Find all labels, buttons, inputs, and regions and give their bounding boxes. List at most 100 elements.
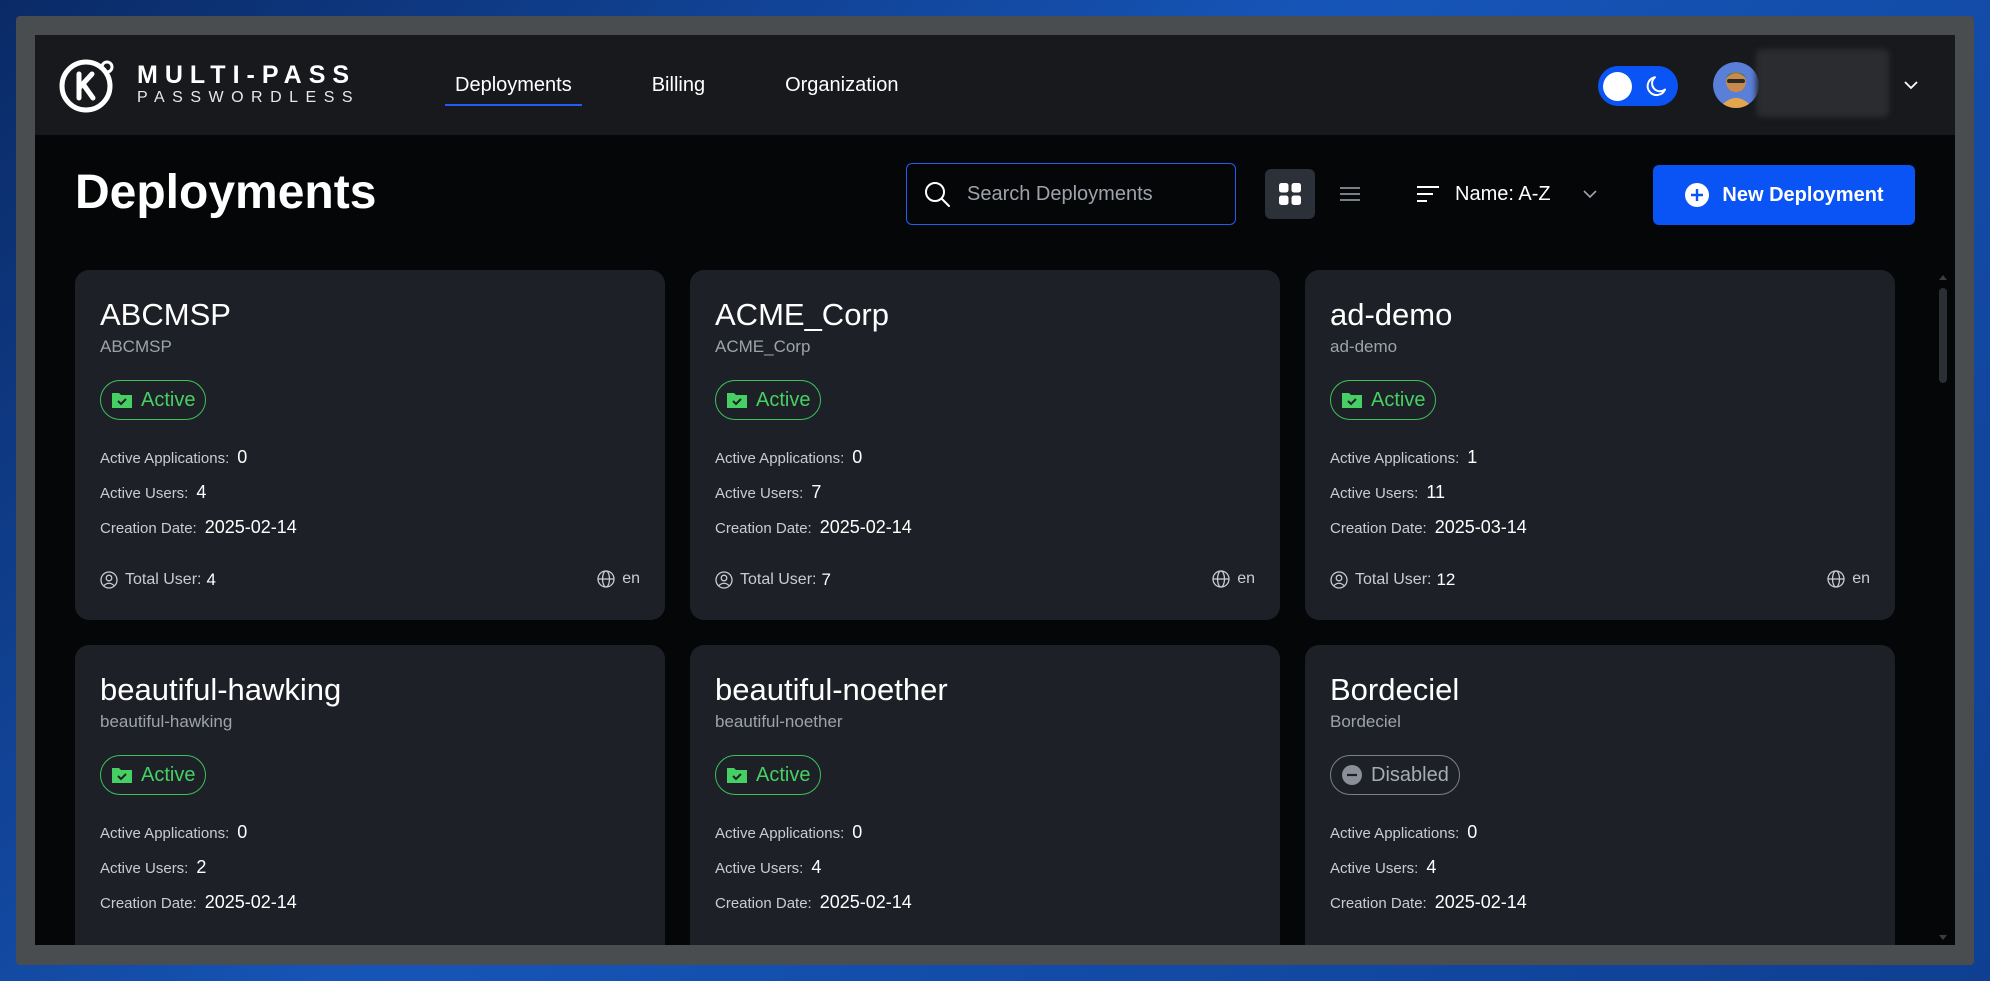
theme-toggle[interactable] bbox=[1598, 66, 1678, 106]
active-applications: Active Applications: 0 bbox=[1330, 822, 1477, 843]
stat-label: Active Applications: bbox=[100, 825, 230, 842]
stat-label: Active Users: bbox=[715, 860, 804, 877]
logo-mark-icon bbox=[59, 59, 114, 113]
scrollbar[interactable] bbox=[1937, 270, 1949, 945]
page-title: Deployments bbox=[75, 166, 377, 219]
deployment-card[interactable]: Bordeciel Bordeciel Disabled Active Appl… bbox=[1305, 645, 1895, 945]
user-circle-icon bbox=[1330, 571, 1348, 589]
user-circle-icon bbox=[715, 571, 733, 589]
total-user-label: Total User: bbox=[740, 571, 817, 588]
stat-value: 2025-02-14 bbox=[204, 517, 297, 537]
stat-value: 2025-02-14 bbox=[819, 517, 912, 537]
folder-check-icon bbox=[727, 768, 747, 783]
minus-circle-icon bbox=[1342, 765, 1362, 785]
stat-label: Creation Date: bbox=[715, 520, 812, 537]
card-subtitle: Bordeciel bbox=[1330, 712, 1401, 731]
globe-icon bbox=[597, 570, 615, 588]
brand-logo[interactable]: MULTI-PASS PASSWORDLESS bbox=[59, 56, 360, 114]
folder-check-icon bbox=[727, 393, 747, 408]
stat-label: Active Users: bbox=[715, 485, 804, 502]
active-users: Active Users: 7 bbox=[715, 482, 821, 503]
stat-value: 2025-02-14 bbox=[1434, 892, 1527, 912]
deployment-grid: ABCMSP ABCMSP Active Active Applications… bbox=[75, 270, 1915, 945]
stat-value: 0 bbox=[237, 447, 248, 467]
list-icon bbox=[1340, 187, 1360, 201]
card-subtitle: ACME_Corp bbox=[715, 337, 811, 356]
toggle-knob bbox=[1603, 72, 1632, 101]
creation-date: Creation Date: 2025-02-14 bbox=[1330, 892, 1527, 913]
top-header: MULTI-PASS PASSWORDLESS Deployments Bill… bbox=[35, 35, 1955, 135]
nav-deployments[interactable]: Deployments bbox=[445, 35, 582, 135]
sort-icon bbox=[1417, 186, 1439, 202]
scroll-up-icon[interactable] bbox=[1938, 272, 1948, 282]
deployment-card[interactable]: ACME_Corp ACME_Corp Active Active Applic… bbox=[690, 270, 1280, 620]
active-users: Active Users: 11 bbox=[1330, 482, 1445, 503]
grid-view-button[interactable] bbox=[1265, 169, 1315, 219]
stat-label: Creation Date: bbox=[715, 895, 812, 912]
folder-check-icon bbox=[1342, 393, 1362, 408]
deployment-card[interactable]: ABCMSP ABCMSP Active Active Applications… bbox=[75, 270, 665, 620]
search-icon bbox=[925, 182, 950, 207]
scroll-thumb[interactable] bbox=[1939, 288, 1947, 383]
main-nav: Deployments Billing Organization bbox=[445, 35, 968, 135]
stat-value: 4 bbox=[1426, 857, 1437, 877]
nav-billing[interactable]: Billing bbox=[642, 35, 715, 135]
status-badge: Active bbox=[715, 380, 822, 420]
moon-icon bbox=[1646, 76, 1666, 97]
card-title: beautiful-hawking bbox=[100, 672, 342, 707]
plus-circle-icon bbox=[1685, 183, 1710, 207]
stat-value: 0 bbox=[237, 822, 248, 842]
status-text: Active bbox=[756, 763, 811, 786]
status-text: Active bbox=[756, 388, 811, 411]
status-badge: Active bbox=[100, 755, 207, 795]
stat-value: 4 bbox=[196, 482, 207, 502]
new-deployment-button[interactable]: New Deployment bbox=[1653, 165, 1915, 225]
stat-value: 2 bbox=[196, 857, 207, 877]
app-window: MULTI-PASS PASSWORDLESS Deployments Bill… bbox=[35, 35, 1955, 945]
creation-date: Creation Date: 2025-02-14 bbox=[100, 517, 297, 538]
card-subtitle: ABCMSP bbox=[100, 337, 172, 356]
stat-label: Active Users: bbox=[100, 485, 189, 502]
deployment-card[interactable]: beautiful-hawking beautiful-hawking Acti… bbox=[75, 645, 665, 945]
nav-organization[interactable]: Organization bbox=[775, 35, 908, 135]
brand-title: MULTI-PASS bbox=[137, 61, 357, 89]
card-subtitle: beautiful-hawking bbox=[100, 712, 233, 731]
stat-value: 11 bbox=[1426, 482, 1446, 502]
sort-label: Name: A-Z bbox=[1455, 182, 1551, 205]
list-view-button[interactable] bbox=[1325, 169, 1375, 219]
stat-label: Creation Date: bbox=[100, 895, 197, 912]
stat-value: 0 bbox=[852, 447, 863, 467]
status-badge: Disabled bbox=[1330, 755, 1460, 795]
deployment-card[interactable]: ad-demo ad-demo Active Active Applicatio… bbox=[1305, 270, 1895, 620]
status-badge: Active bbox=[100, 380, 207, 420]
stat-value: 2025-02-14 bbox=[204, 892, 297, 912]
stat-label: Active Users: bbox=[1330, 485, 1419, 502]
stat-value: 0 bbox=[852, 822, 863, 842]
status-text: Active bbox=[141, 763, 196, 786]
card-title: beautiful-noether bbox=[715, 672, 948, 707]
card-title: ACME_Corp bbox=[715, 297, 889, 332]
chevron-down-icon[interactable] bbox=[1901, 75, 1921, 95]
scroll-down-icon[interactable] bbox=[1938, 933, 1948, 943]
creation-date: Creation Date: 2025-02-14 bbox=[715, 892, 912, 913]
stat-label: Active Applications: bbox=[1330, 825, 1460, 842]
search-box[interactable] bbox=[906, 163, 1236, 225]
folder-check-icon bbox=[112, 393, 132, 408]
creation-date: Creation Date: 2025-02-14 bbox=[100, 892, 297, 913]
user-circle-icon bbox=[100, 571, 118, 589]
globe-icon bbox=[1212, 570, 1230, 588]
active-applications: Active Applications: 0 bbox=[715, 822, 862, 843]
card-subtitle: beautiful-noether bbox=[715, 712, 843, 731]
search-input[interactable] bbox=[967, 182, 1207, 206]
globe-icon bbox=[1827, 570, 1845, 588]
stat-value: 7 bbox=[811, 482, 822, 502]
user-avatar[interactable] bbox=[1713, 62, 1759, 108]
language: en bbox=[1827, 570, 1870, 588]
deployment-card[interactable]: beautiful-noether beautiful-noether Acti… bbox=[690, 645, 1280, 945]
stat-label: Creation Date: bbox=[1330, 520, 1427, 537]
stat-value: 2025-03-14 bbox=[1434, 517, 1527, 537]
avatar-icon bbox=[1713, 62, 1759, 108]
language: en bbox=[597, 570, 640, 588]
card-title: ABCMSP bbox=[100, 297, 231, 332]
sort-dropdown[interactable]: Name: A-Z bbox=[1415, 172, 1599, 216]
